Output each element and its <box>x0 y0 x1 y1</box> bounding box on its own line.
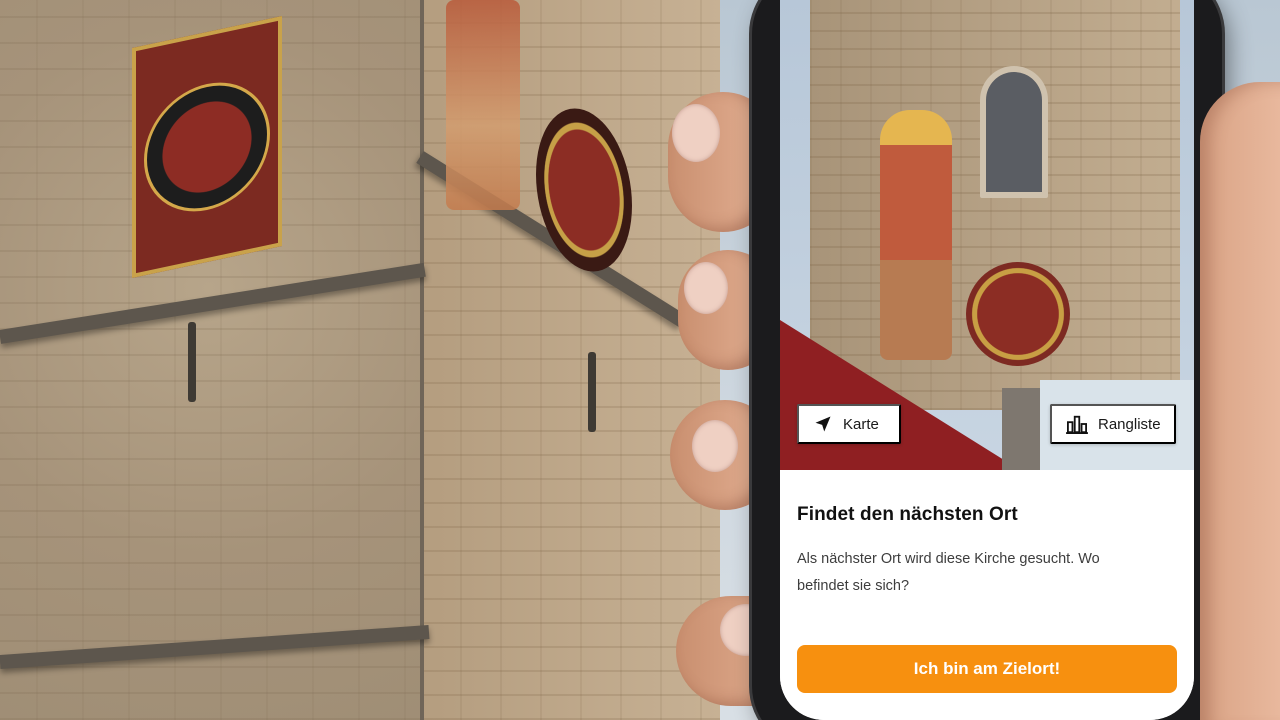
bar-chart-icon <box>1066 414 1088 434</box>
map-button-label: Karte <box>843 415 879 433</box>
phone-screen: Karte Rangliste Findet den nächsten Ort … <box>780 0 1194 720</box>
photo-chimney <box>1002 388 1042 470</box>
tower-window-slit <box>188 322 196 402</box>
tower-clock <box>132 16 282 278</box>
fingernail <box>684 262 728 314</box>
clock-face <box>144 70 270 224</box>
target-location-photo <box>780 0 1194 470</box>
leaderboard-button-label: Rangliste <box>1098 415 1161 433</box>
photo-tower-window <box>980 66 1048 198</box>
fingernail <box>672 104 720 162</box>
task-title: Findet den nächsten Ort <box>797 504 1018 525</box>
navigation-arrow-icon <box>813 414 833 434</box>
photo-saint-mural <box>880 110 952 360</box>
leaderboard-button[interactable]: Rangliste <box>1050 404 1176 444</box>
arrived-at-destination-button[interactable]: Ich bin am Zielort! <box>797 645 1177 693</box>
tower-window-slit <box>588 352 596 432</box>
fingernail <box>692 420 738 472</box>
map-button[interactable]: Karte <box>797 404 901 444</box>
photo-tower-clock <box>966 262 1070 366</box>
tower-mural <box>446 0 520 210</box>
thumb <box>1200 82 1280 720</box>
tower-corner <box>420 0 424 720</box>
task-description: Als nächster Ort wird diese Kirche gesuc… <box>797 551 1100 594</box>
